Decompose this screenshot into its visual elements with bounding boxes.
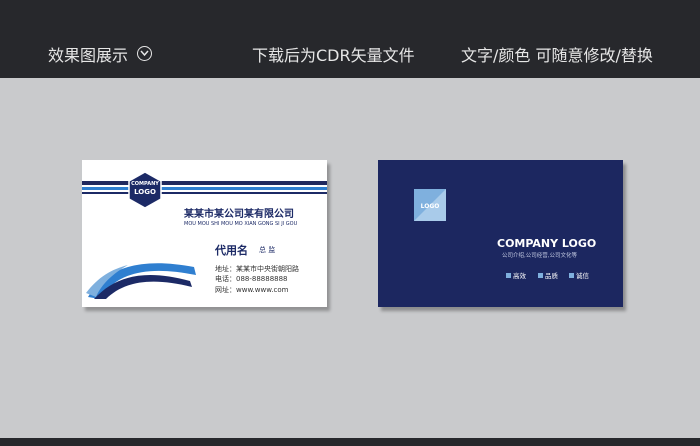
company-logo-hexagon: COMPANY LOGO — [128, 171, 162, 209]
checkbox-icon — [538, 273, 543, 278]
logo-company-text: COMPANY — [131, 181, 159, 187]
feature-item: 高效 — [506, 270, 526, 280]
preview-label: 效果图展示 — [48, 46, 129, 65]
download-info: 下载后为CDR矢量文件 — [252, 46, 415, 65]
chevron-down-icon[interactable] — [137, 46, 152, 61]
top-bar: 效果图展示 下载后为CDR矢量文件 文字/颜色 可随意修改/替换 — [0, 0, 700, 78]
business-card-back: LOGO COMPANY LOGO 公司介绍,公司经营,公司文化等 高效 品质 … — [378, 160, 623, 307]
edit-info: 文字/颜色 可随意修改/替换 — [461, 46, 653, 65]
company-logo-text: COMPANY LOGO — [497, 237, 597, 250]
feature-item: 诚信 — [569, 270, 589, 280]
company-tagline: 公司介绍,公司经营,公司文化等 — [502, 253, 577, 259]
person-title: 总 监 — [259, 246, 276, 254]
stripe-blue — [82, 187, 327, 190]
logo-text: LOGO — [134, 188, 156, 196]
person-name: 代用名 — [215, 244, 248, 257]
address-line: 地址：某某市中央街朝阳路 — [215, 265, 299, 273]
company-name: 某某市某公司某有限公司 — [184, 209, 294, 220]
company-name-pinyin: MOU MOU SHI MOU MO XIAN GONG SI JI GOU — [184, 221, 298, 227]
phone-line: 电话：088-88888888 — [215, 275, 288, 283]
bottom-bar — [0, 438, 700, 446]
swoosh-graphic — [86, 263, 196, 299]
checkbox-icon — [569, 273, 574, 278]
stripe-dark — [82, 181, 327, 185]
checkbox-icon — [506, 273, 511, 278]
business-card-front: COMPANY LOGO 某某市某公司某有限公司 MOU MOU SHI MOU… — [82, 160, 327, 307]
feature-item: 品质 — [538, 270, 558, 280]
stripe-navy — [82, 192, 327, 194]
logo-text: LOGO — [420, 203, 440, 210]
website-line: 网址：www.www.com — [215, 286, 289, 294]
